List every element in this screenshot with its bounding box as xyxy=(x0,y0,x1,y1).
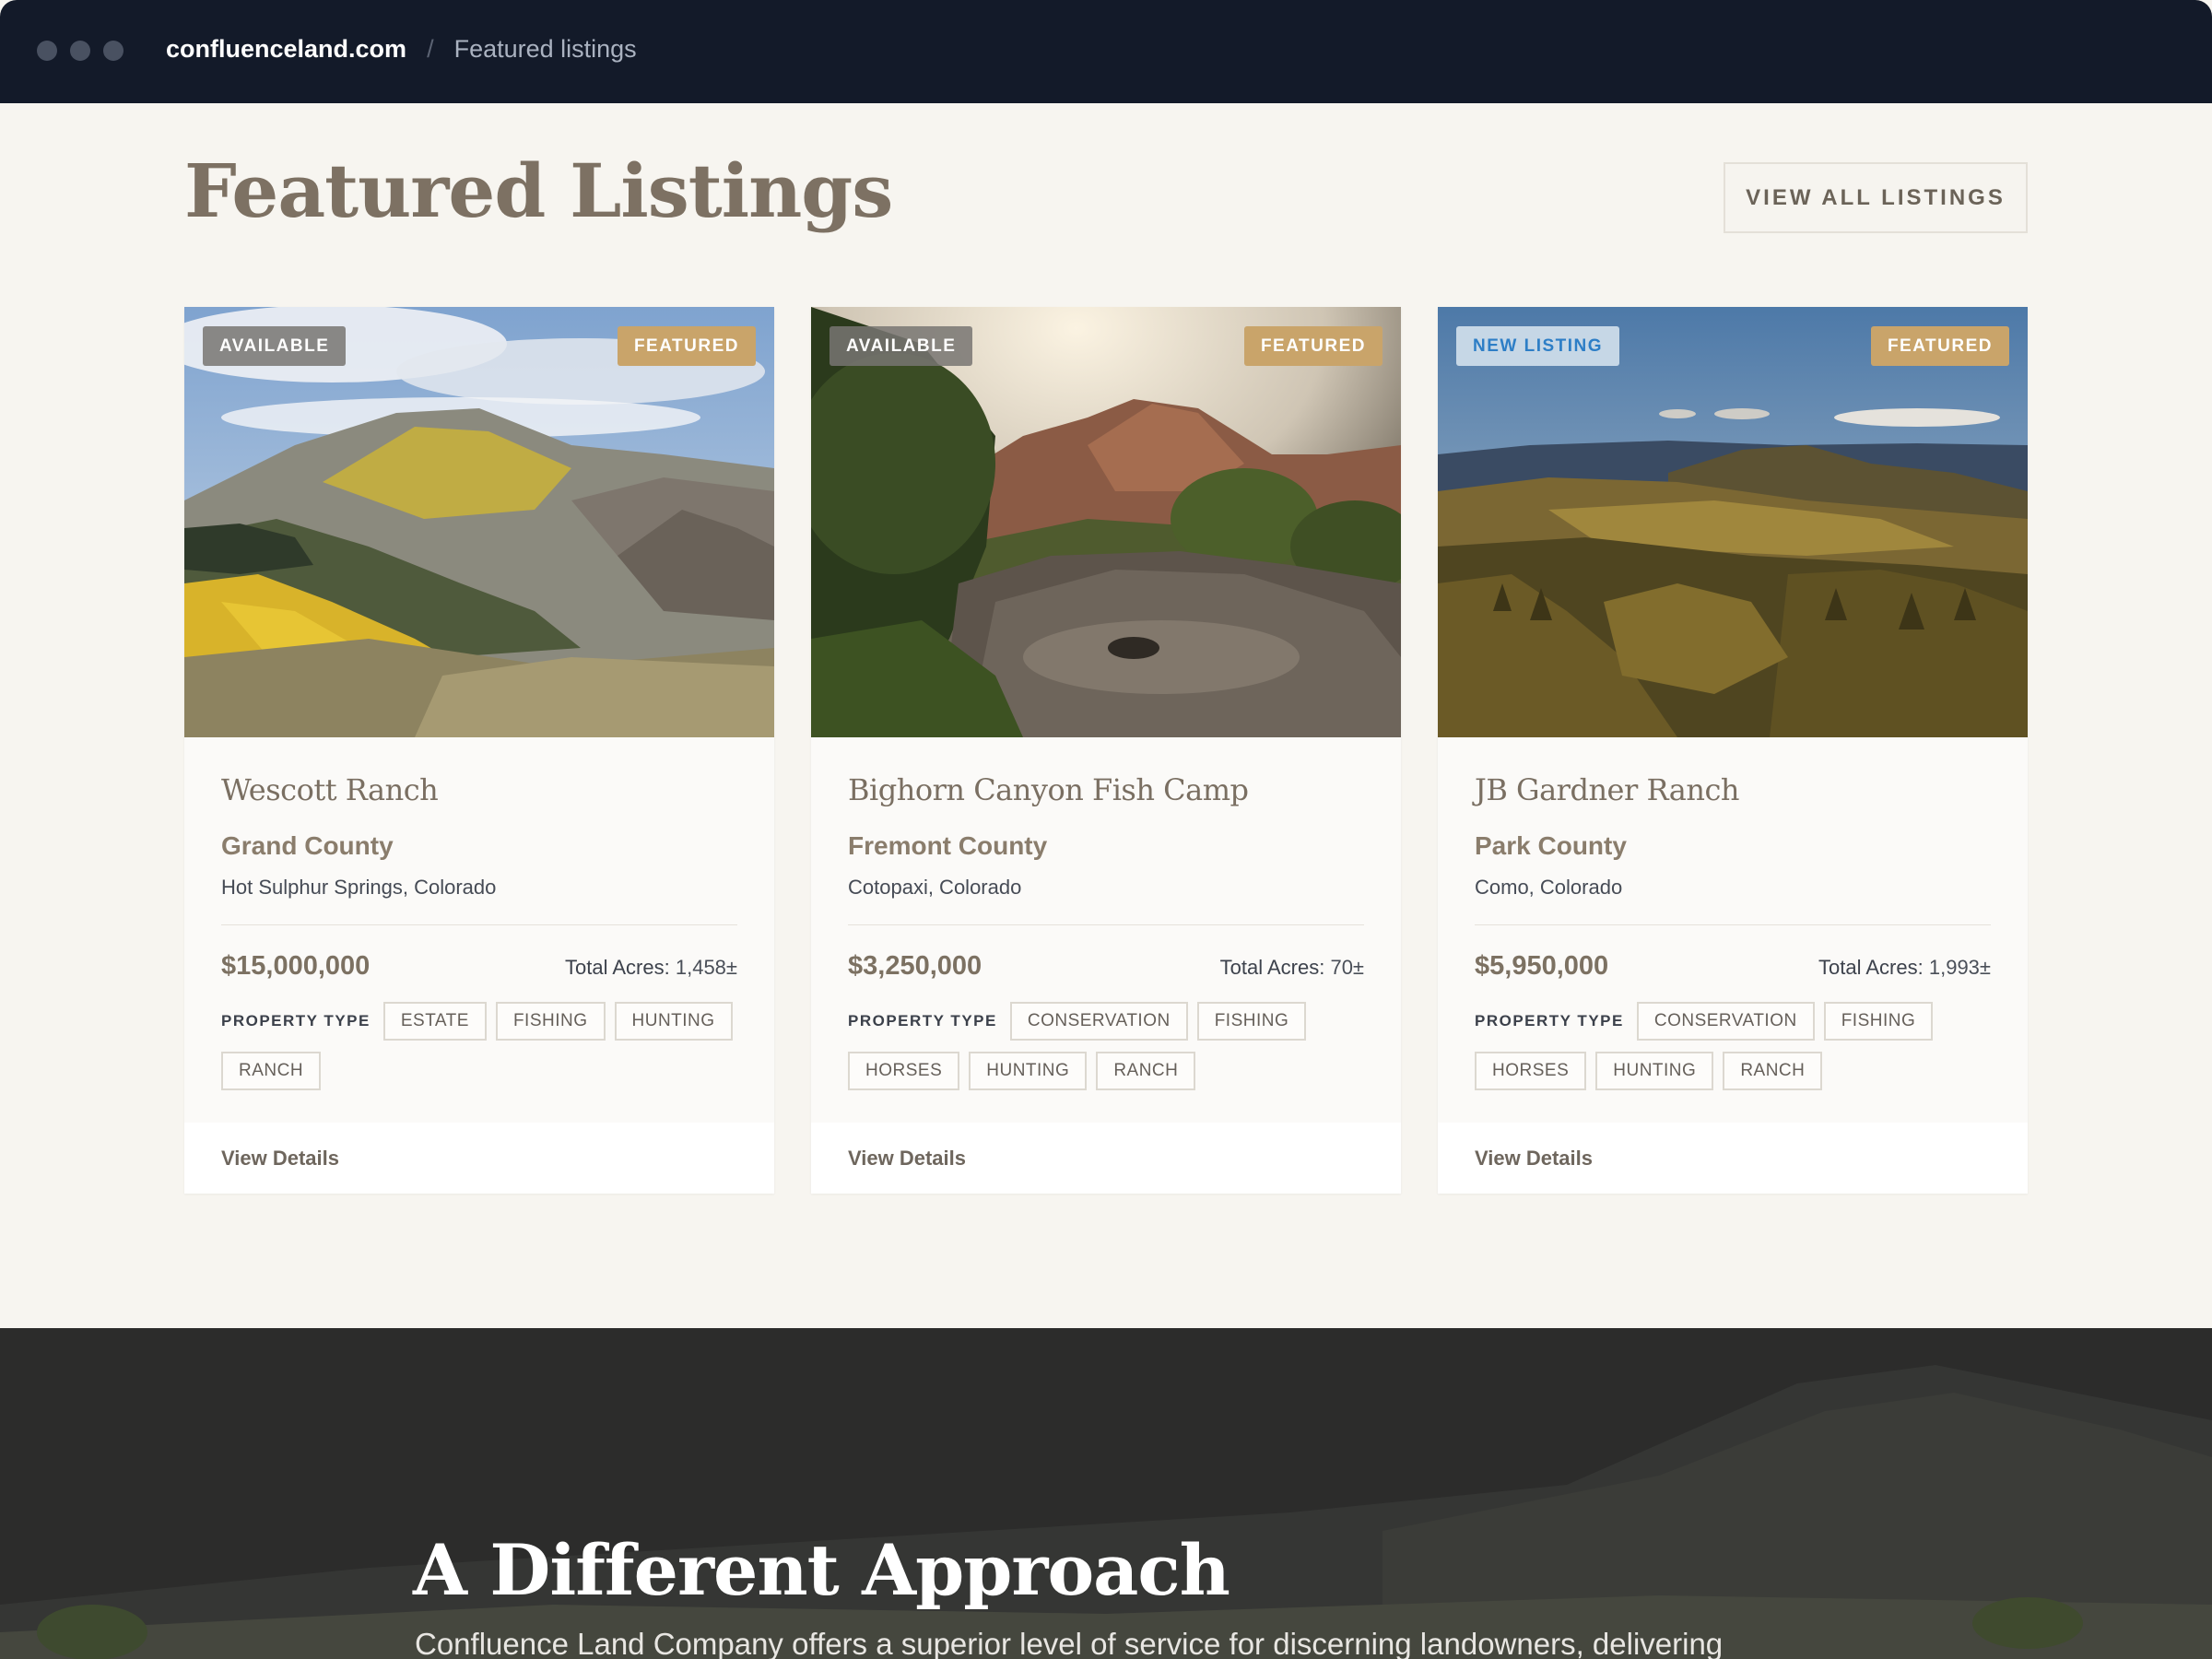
property-tag[interactable]: FISHING xyxy=(1196,1002,1307,1041)
listing-location: Hot Sulphur Springs, Colorado xyxy=(221,876,497,899)
listing-photo[interactable]: AVAILABLE FEATURED xyxy=(811,307,1401,737)
total-acres-value: 1,993± xyxy=(1928,956,1991,979)
view-all-listings-button[interactable]: VIEW ALL LISTINGS xyxy=(1724,162,2028,233)
total-acres-label: Total Acres: xyxy=(1818,956,1924,979)
maximize-window-dot[interactable] xyxy=(103,41,124,61)
total-acres-label: Total Acres: xyxy=(1219,956,1325,979)
mountain-aspen-photo xyxy=(184,307,774,737)
property-tag[interactable]: ESTATE xyxy=(382,1002,487,1041)
listing-location: Como, Colorado xyxy=(1475,876,1623,899)
divider xyxy=(221,924,737,925)
window-controls xyxy=(37,41,124,61)
property-type-label: PROPERTY TYPE xyxy=(1475,1012,1624,1030)
property-tag[interactable]: RANCH xyxy=(1096,1052,1196,1090)
status-badge: AVAILABLE xyxy=(830,326,973,366)
listing-photo[interactable]: AVAILABLE FEATURED xyxy=(184,307,774,737)
breadcrumb: confluenceland.com / Featured listings xyxy=(166,35,637,64)
valley-forest-photo xyxy=(1438,307,2028,737)
card-footer: View Details xyxy=(1438,1123,2028,1194)
total-acres-value: 70± xyxy=(1330,956,1364,979)
total-acres-value: 1,458± xyxy=(675,956,737,979)
featured-badge: FEATURED xyxy=(1243,326,1382,366)
property-tag[interactable]: CONSERVATION xyxy=(1009,1002,1188,1041)
listing-card[interactable]: NEW LISTING FEATURED JB Gardner Ranch Pa… xyxy=(1438,307,2028,1194)
property-type-label: PROPERTY TYPE xyxy=(221,1012,371,1030)
card-footer: View Details xyxy=(184,1123,774,1194)
river-canyon-photo xyxy=(811,307,1401,737)
breadcrumb-current-page: Featured listings xyxy=(453,35,637,63)
property-tag[interactable]: HUNTING xyxy=(969,1052,1088,1090)
property-tag[interactable]: HORSES xyxy=(848,1052,960,1090)
approach-title: A Different Approach xyxy=(413,1529,1230,1611)
listing-county: Grand County xyxy=(221,831,394,860)
view-details-link[interactable]: View Details xyxy=(1475,1147,1593,1171)
status-badge: AVAILABLE xyxy=(203,326,347,366)
property-tag[interactable]: HUNTING xyxy=(614,1002,733,1041)
listing-price: $3,250,000 xyxy=(848,951,982,981)
close-window-dot[interactable] xyxy=(37,41,57,61)
approach-text: Confluence Land Company offers a superio… xyxy=(415,1627,1724,1659)
listing-card[interactable]: AVAILABLE FEATURED Wescott Ranch Grand C… xyxy=(184,307,774,1194)
property-type-tags: PROPERTY TYPE ESTATE FISHING HUNTING RAN… xyxy=(221,1002,737,1090)
total-acres: Total Acres: 70± xyxy=(1220,956,1364,980)
listing-price: $15,000,000 xyxy=(221,951,371,981)
view-details-link[interactable]: View Details xyxy=(221,1147,339,1171)
page-title: Featured Listings xyxy=(184,147,893,234)
total-acres: Total Acres: 1,458± xyxy=(565,956,737,980)
listing-name[interactable]: Wescott Ranch xyxy=(221,772,737,807)
property-tag[interactable]: RANCH xyxy=(221,1052,322,1090)
site-domain[interactable]: confluenceland.com xyxy=(166,35,406,64)
status-badge: NEW LISTING xyxy=(1456,326,1620,366)
listing-location: Cotopaxi, Colorado xyxy=(848,876,1022,899)
featured-badge: FEATURED xyxy=(617,326,756,366)
property-tag[interactable]: HORSES xyxy=(1475,1052,1587,1090)
listing-card[interactable]: AVAILABLE FEATURED Bighorn Canyon Fish C… xyxy=(811,307,1401,1194)
listing-price: $5,950,000 xyxy=(1475,951,1609,981)
property-tag[interactable]: FISHING xyxy=(1823,1002,1934,1041)
total-acres: Total Acres: 1,993± xyxy=(1818,956,1991,980)
approach-section: A Different Approach Confluence Land Com… xyxy=(0,1328,2212,1659)
listing-name[interactable]: Bighorn Canyon Fish Camp xyxy=(848,772,1364,807)
property-tag[interactable]: RANCH xyxy=(1723,1052,1823,1090)
minimize-window-dot[interactable] xyxy=(70,41,90,61)
property-tag[interactable]: HUNTING xyxy=(1595,1052,1714,1090)
listing-cards: AVAILABLE FEATURED Wescott Ranch Grand C… xyxy=(184,307,2028,1194)
listing-name[interactable]: JB Gardner Ranch xyxy=(1475,772,1991,807)
divider xyxy=(1475,924,1991,925)
property-type-tags: PROPERTY TYPE CONSERVATION FISHING HORSE… xyxy=(848,1002,1364,1090)
listing-photo[interactable]: NEW LISTING FEATURED xyxy=(1438,307,2028,737)
card-footer: View Details xyxy=(811,1123,1401,1194)
property-type-label: PROPERTY TYPE xyxy=(848,1012,997,1030)
property-tag[interactable]: CONSERVATION xyxy=(1636,1002,1815,1041)
view-details-link[interactable]: View Details xyxy=(848,1147,966,1171)
listing-county: Fremont County xyxy=(848,831,1048,860)
property-tag[interactable]: FISHING xyxy=(495,1002,606,1041)
listing-county: Park County xyxy=(1475,831,1627,860)
breadcrumb-separator: / xyxy=(427,35,434,63)
total-acres-label: Total Acres: xyxy=(565,956,670,979)
featured-badge: FEATURED xyxy=(1870,326,2009,366)
browser-topbar: confluenceland.com / Featured listings xyxy=(0,0,2212,103)
divider xyxy=(848,924,1364,925)
property-type-tags: PROPERTY TYPE CONSERVATION FISHING HORSE… xyxy=(1475,1002,1991,1090)
